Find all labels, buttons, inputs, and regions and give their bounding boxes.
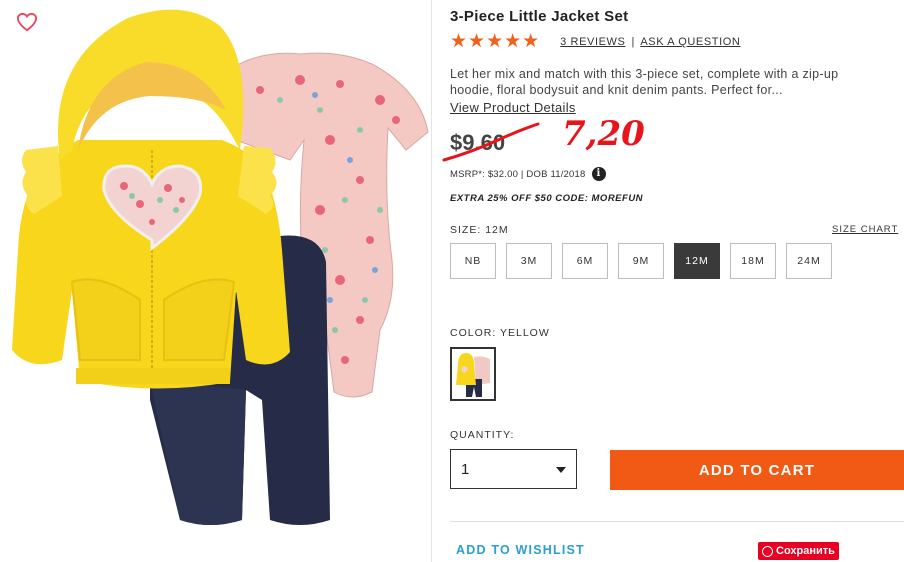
size-label: SIZE: 12M	[450, 224, 509, 236]
msrp-text: MSRP*: $32.00 | DOB 11/2018	[450, 168, 586, 180]
size-option-12m[interactable]: 12M	[674, 243, 720, 279]
size-label-text: SIZE:	[450, 224, 482, 236]
handwritten-price: 7,20	[562, 114, 645, 154]
rating-row: ★★★★★ 3 REVIEWS | ASK A QUESTION	[450, 32, 740, 52]
product-image-panel	[0, 0, 432, 562]
color-swatch-yellow[interactable]	[450, 347, 496, 401]
size-option-nb[interactable]: NB	[450, 243, 496, 279]
swatch-thumbnail	[452, 349, 494, 399]
info-icon[interactable]: i	[591, 167, 606, 181]
strikethrough-scribble	[442, 122, 540, 162]
quantity-label: QUANTITY:	[450, 429, 515, 441]
pinterest-save-label: Сохранить	[776, 545, 835, 557]
pinterest-icon	[762, 545, 773, 557]
chevron-down-icon	[556, 467, 566, 473]
product-title: 3-Piece Little Jacket Set	[450, 8, 629, 25]
color-label: COLOR: YELLOW	[450, 327, 550, 339]
size-options: NB 3M 6M 9M 12M 18M 24M	[450, 243, 842, 279]
size-option-9m[interactable]: 9M	[618, 243, 664, 279]
product-image[interactable]	[0, 0, 432, 540]
ask-question-link[interactable]: ASK A QUESTION	[640, 36, 740, 48]
product-description: Let her mix and match with this 3-piece …	[450, 67, 839, 97]
quantity-value: 1	[461, 460, 470, 478]
size-option-24m[interactable]: 24M	[786, 243, 832, 279]
add-to-cart-button[interactable]: ADD TO CART	[610, 450, 904, 490]
view-product-details-link[interactable]: View Product Details	[450, 100, 576, 115]
divider	[450, 521, 904, 522]
size-option-3m[interactable]: 3M	[506, 243, 552, 279]
size-chart-link[interactable]: SIZE CHART	[832, 224, 898, 235]
reviews-link[interactable]: 3 REVIEWS	[560, 36, 625, 48]
promo-text: EXTRA 25% OFF $50 CODE: MOREFUN	[450, 193, 644, 204]
add-to-wishlist-link[interactable]: ADD TO WISHLIST	[456, 543, 585, 557]
heart-icon[interactable]	[16, 12, 38, 32]
quantity-select[interactable]: 1	[450, 449, 577, 489]
pinterest-save-button[interactable]: Сохранить	[758, 542, 839, 560]
star-rating-icon[interactable]: ★★★★★	[450, 32, 540, 52]
msrp-row: MSRP*: $32.00 | DOB 11/2018 i	[450, 167, 606, 181]
product-details: 3-Piece Little Jacket Set ★★★★★ 3 REVIEW…	[442, 0, 904, 562]
separator: |	[631, 36, 635, 48]
size-selected-value: 12M	[485, 224, 509, 236]
size-option-18m[interactable]: 18M	[730, 243, 776, 279]
size-option-6m[interactable]: 6M	[562, 243, 608, 279]
